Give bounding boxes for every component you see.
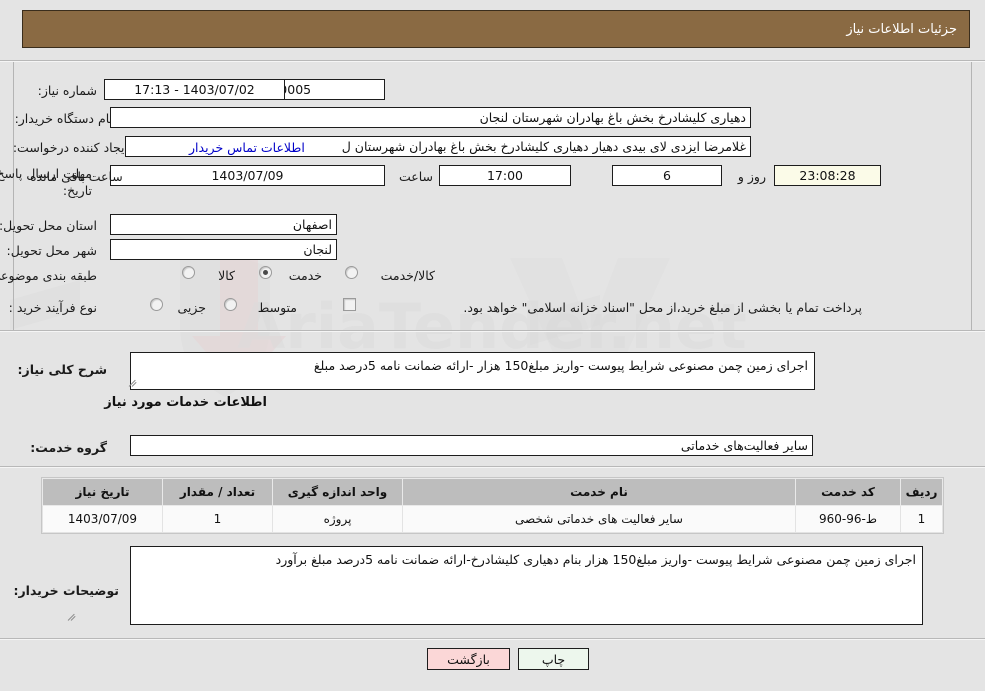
divider-table-top xyxy=(0,466,985,468)
cell-quantity: 1 xyxy=(162,505,273,533)
cell-row: 1 xyxy=(900,505,943,533)
city-label: شهر محل تحویل: xyxy=(6,243,97,258)
time-remaining-value: 23:08:28 xyxy=(774,165,881,186)
radio-process-jozee-label: جزیی xyxy=(177,300,206,315)
deadline-label-line2: تاریخ: xyxy=(62,183,92,198)
radio-process-jozee[interactable] xyxy=(150,298,163,311)
radio-process-motavasset-label: متوسط xyxy=(257,300,297,315)
treasury-checkbox[interactable] xyxy=(343,298,356,311)
col-name: نام خدمت xyxy=(402,478,796,506)
buyer-notes-textarea[interactable]: اجرای زمین چمن مصنوعی شرایط پیوست -واریز… xyxy=(130,546,923,625)
radio-category-kala-khedmat-label: کالا/خدمت xyxy=(380,268,435,283)
summary-label: شرح کلی نیاز: xyxy=(17,362,107,377)
radio-process-motavasset[interactable] xyxy=(224,298,237,311)
radio-category-khedmat[interactable] xyxy=(259,266,272,279)
back-button[interactable]: بازگشت xyxy=(427,648,510,670)
table-row[interactable]: 1 ط-96-960 سایر فعالیت های خدماتی شخصی پ… xyxy=(42,505,943,533)
cell-code: ط-96-960 xyxy=(795,505,901,533)
col-quantity: تعداد / مقدار xyxy=(162,478,273,506)
buyer-org-label: نام دستگاه خریدار: xyxy=(14,111,113,126)
deadline-time-value: 17:00 xyxy=(439,165,571,186)
province-label: استان محل تحویل: xyxy=(0,218,97,233)
radio-category-kala-khedmat[interactable] xyxy=(345,266,358,279)
cell-unit: پروژه xyxy=(272,505,403,533)
radio-category-kala[interactable] xyxy=(182,266,195,279)
days-remaining-value: 6 xyxy=(612,165,722,186)
treasury-checkbox-label: پرداخت تمام یا بخشی از مبلغ خرید،از محل … xyxy=(463,300,862,315)
page-title: جزئیات اطلاعات نیاز xyxy=(846,21,957,37)
divider-summary xyxy=(0,330,985,332)
col-date: تاریخ نیاز xyxy=(42,478,163,506)
divider-actions xyxy=(0,638,985,640)
col-unit: واحد اندازه گیری xyxy=(272,478,403,506)
summary-textarea[interactable]: اجرای زمین چمن مصنوعی شرایط پیوست -واریز… xyxy=(130,352,815,390)
services-table-wrapper: ردیف کد خدمت نام خدمت واحد اندازه گیری ت… xyxy=(41,477,944,534)
table-header-row: ردیف کد خدمت نام خدمت واحد اندازه گیری ت… xyxy=(42,478,943,506)
buyer-notes-label: توضیحات خریدار: xyxy=(13,583,119,598)
services-section-title: اطلاعات خدمات مورد نیاز xyxy=(104,395,267,410)
col-row: ردیف xyxy=(900,478,943,506)
process-type-label: نوع فرآیند خرید : xyxy=(8,300,97,315)
city-value: لنجان xyxy=(110,239,337,260)
col-code: کد خدمت xyxy=(795,478,901,506)
service-group-label: گروه خدمت: xyxy=(30,440,107,455)
announce-datetime-value: 17:13 - 1403/07/02 xyxy=(104,79,285,100)
divider-top xyxy=(0,60,985,62)
category-label: طبقه بندی موضوعی: xyxy=(0,268,97,283)
buyer-contact-link[interactable]: اطلاعات تماس خریدار xyxy=(189,140,305,155)
panel-border-left xyxy=(13,62,14,330)
buyer-notes-resize-handle[interactable] xyxy=(67,611,79,623)
summary-resize-handle[interactable] xyxy=(128,377,140,389)
province-value: اصفهان xyxy=(110,214,337,235)
services-table: ردیف کد خدمت نام خدمت واحد اندازه گیری ت… xyxy=(42,478,943,533)
page-header: جزئیات اطلاعات نیاز xyxy=(22,10,970,48)
deadline-hour-label: ساعت xyxy=(398,169,433,184)
requester-label: ایجاد کننده درخواست: xyxy=(12,140,128,155)
need-number-label: شماره نیاز: xyxy=(37,83,97,98)
radio-category-khedmat-label: خدمت xyxy=(288,268,322,283)
radio-category-kala-label: کالا xyxy=(218,268,235,283)
deadline-date-value: 1403/07/09 xyxy=(110,165,385,186)
service-group-value: سایر فعالیت‌های خدماتی xyxy=(130,435,813,456)
cell-name: سایر فعالیت های خدماتی شخصی xyxy=(402,505,796,533)
days-label: روز و xyxy=(737,169,766,184)
cell-date: 1403/07/09 xyxy=(42,505,163,533)
remaining-suffix-label: ساعت باقی مانده xyxy=(30,169,123,184)
print-button[interactable]: چاپ xyxy=(518,648,589,670)
panel-border-right xyxy=(971,62,972,330)
buyer-org-value: دهیاری کلیشادرخ بخش باغ بهادران شهرستان … xyxy=(110,107,751,128)
